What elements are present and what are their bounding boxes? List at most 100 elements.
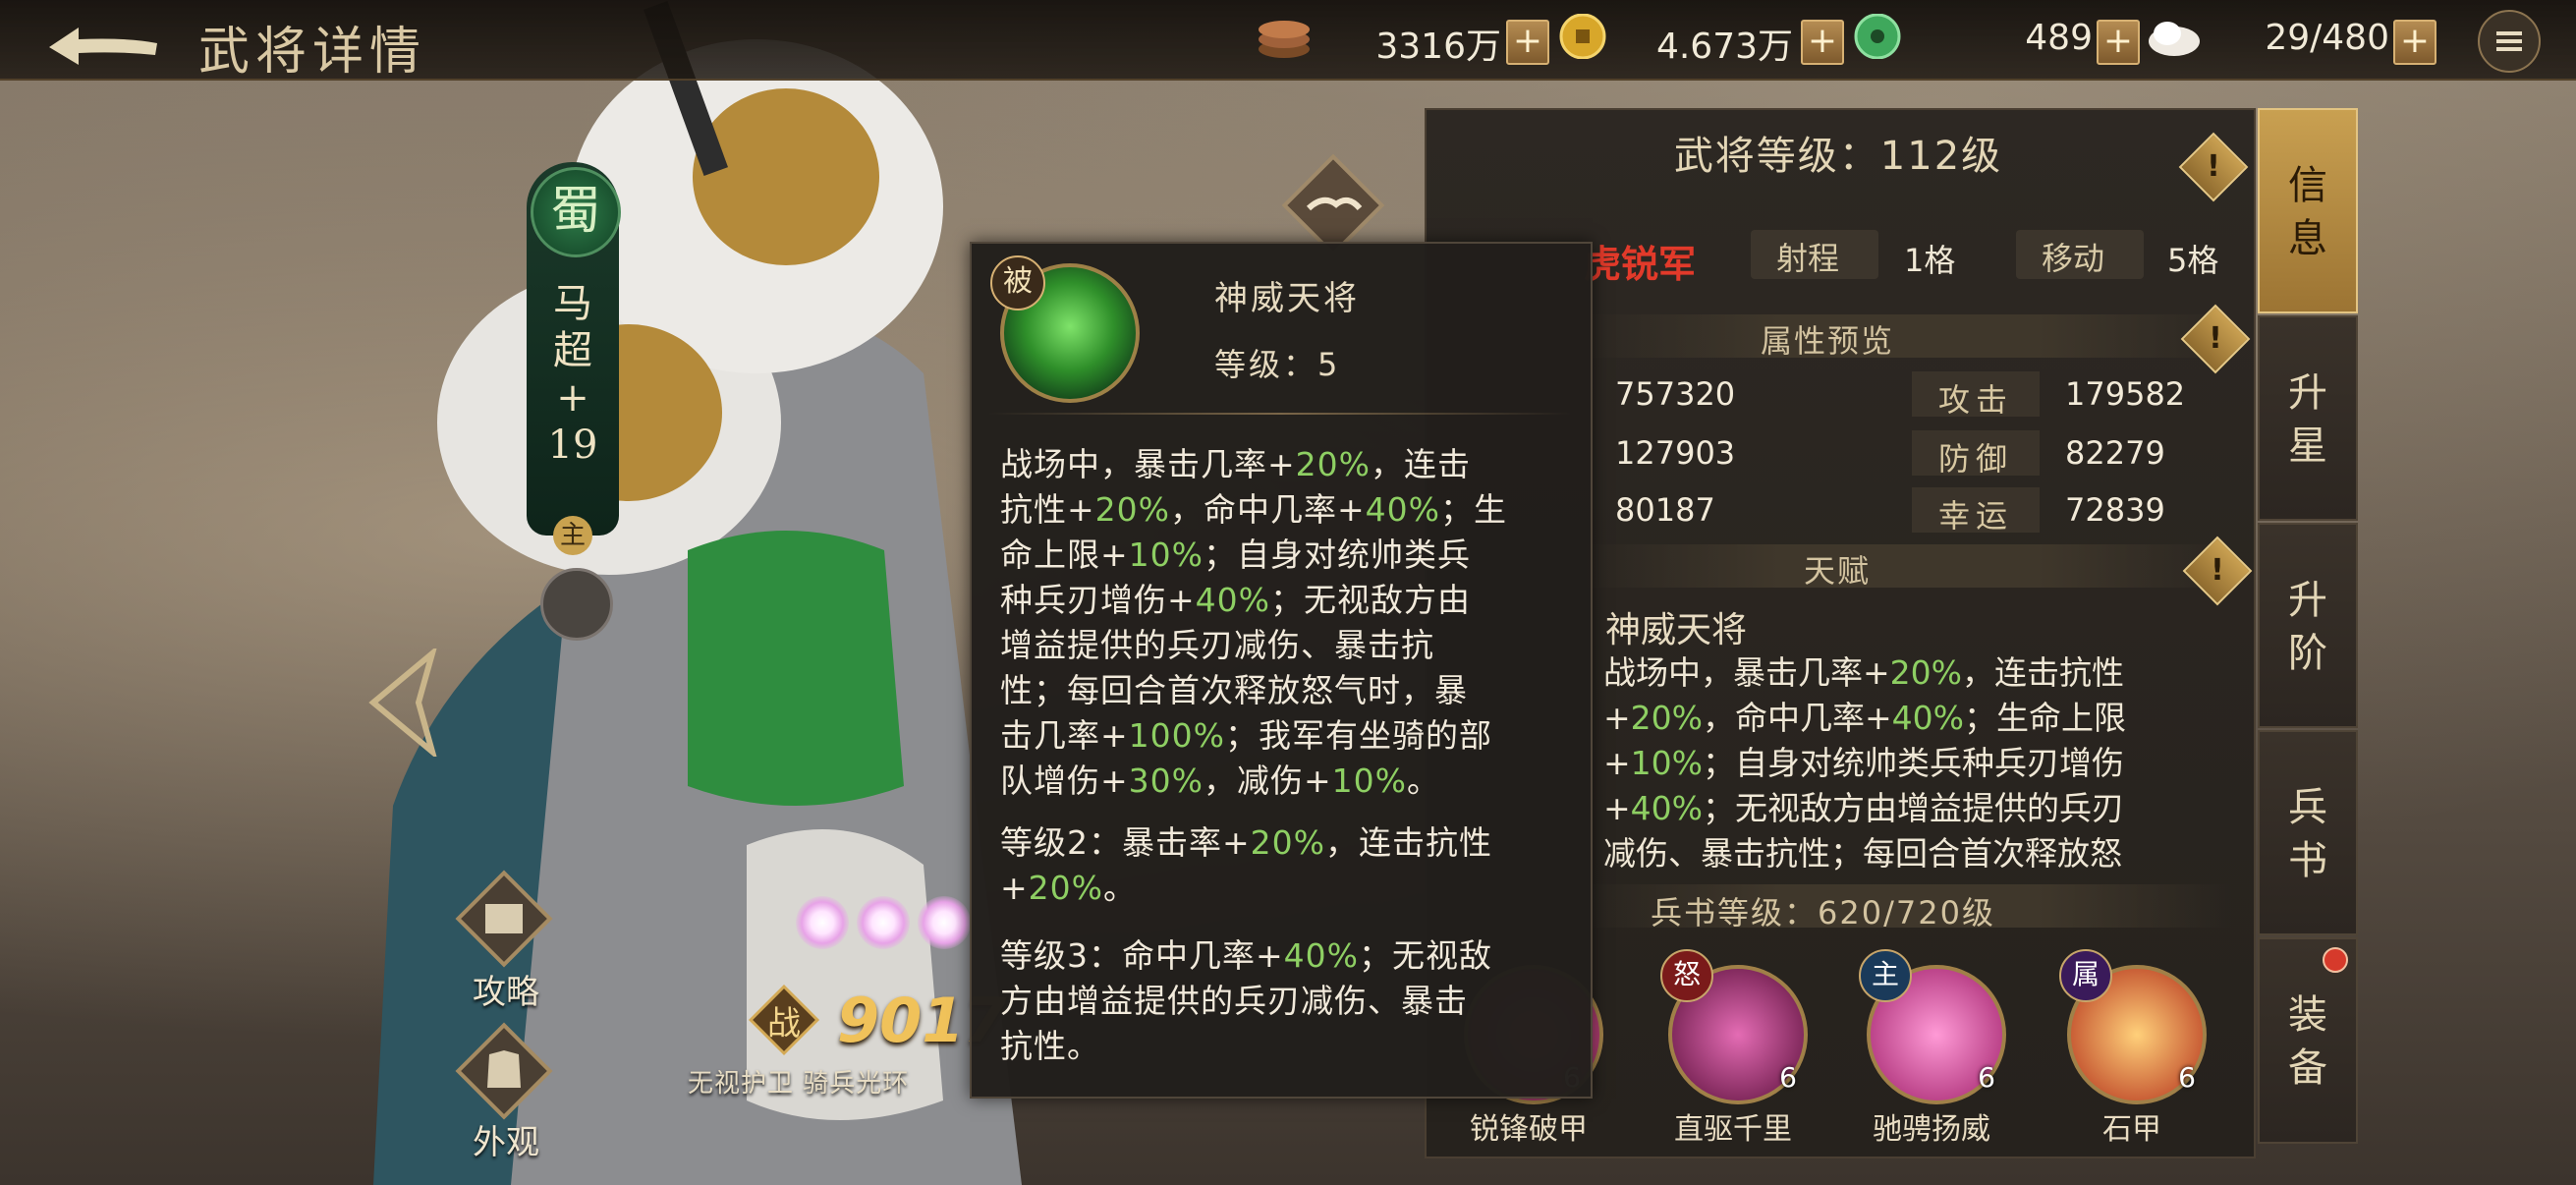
book-level: 兵书等级：620/720级 [1651, 894, 1995, 931]
skill-name: 石甲 [2102, 1112, 2161, 1147]
tooltip-line: 队增伤+30%，减伤+10%。 [1000, 759, 1570, 804]
tooltip-level2-text: 等级2：暴击率+20%，连击抗性 +20%。 [1000, 820, 1570, 911]
tab-rank-up[interactable]: 升阶 [2258, 523, 2358, 728]
tooltip-line: 增益提供的兵刃减伤、暴击抗 [1000, 623, 1570, 668]
desc-text: ，命中几率+ [1703, 699, 1892, 737]
bonus-value: 40% [1283, 936, 1360, 975]
menu-list-icon[interactable] [2478, 10, 2541, 73]
desc-text: 等级3：命中几率+ [1000, 936, 1284, 975]
add-gold-button[interactable]: + [1801, 20, 1844, 65]
tab-star-up[interactable]: 升星 [2258, 315, 2358, 521]
tooltip-line: 等级2：暴击率+20%，连击抗性 [1000, 820, 1570, 866]
desc-text: 战场中，暴击几率+ [1603, 653, 1890, 692]
mount-icon[interactable] [540, 568, 613, 641]
tooltip-skill-level: 等级：5 [1214, 346, 1341, 383]
tooltip-line: 种兵刃增伤+40%；无视敌方由 [1000, 578, 1570, 623]
strategy-label[interactable]: 攻略 [452, 965, 560, 1013]
copper-coins-icon [1259, 21, 1310, 58]
tab-info[interactable]: 信息 [2258, 108, 2358, 313]
gold-value: 4.673万 [1655, 27, 1793, 67]
skill-level: 6 [1779, 1061, 1797, 1094]
stat-attack-label: 攻击 [1937, 381, 2013, 419]
desc-text: 抗性。 [1000, 1027, 1100, 1065]
stat-luck-value: 72839 [2065, 491, 2165, 529]
talent-section-title: 天赋 [1804, 552, 1872, 590]
desc-text: 命上限+ [1000, 536, 1129, 574]
jade-value: 489 [2025, 18, 2093, 58]
stat-attack-value: 179582 [2065, 375, 2186, 413]
stat-speed-value: 80187 [1615, 491, 1715, 529]
talent-section-bar [1584, 544, 2232, 588]
desc-text: ，连击 [1371, 445, 1472, 483]
tooltip-line: 等级3：命中几率+40%；无视敌 [1000, 933, 1570, 979]
desc-text: ；生 [1440, 490, 1508, 529]
desc-text: ；无视敌 [1359, 936, 1493, 975]
desc-text: ，连击抗性 [1962, 653, 2125, 692]
skill-name: 锐锋破甲 [1470, 1112, 1588, 1147]
back-arrow-icon[interactable] [39, 14, 167, 65]
tooltip-line: 抗性。 [1000, 1024, 1570, 1069]
desc-text: + [1603, 789, 1631, 827]
desc-text: 战场中，暴击几率+ [1000, 445, 1296, 483]
range-label: 射程 [1776, 240, 1840, 277]
star-orb [918, 896, 971, 949]
stat-defense-value: 82279 [2065, 434, 2165, 472]
appearance-armor-icon[interactable] [450, 1017, 558, 1125]
appearance-label[interactable]: 外观 [452, 1115, 560, 1163]
tooltip-line: 性；每回合首次释放怒气时，暴 [1000, 668, 1570, 713]
bonus-value: 20% [1630, 699, 1704, 737]
desc-text: 减伤、暴击抗性；每回合首次释放怒 [1603, 834, 2122, 873]
stat-defense-label: 防御 [1937, 440, 2013, 478]
tooltip-skill-name: 神威天将 [1214, 279, 1360, 318]
bonus-value: 20% [1028, 869, 1104, 907]
add-jade-button[interactable]: + [2097, 20, 2140, 65]
add-bun-button[interactable]: + [2393, 20, 2436, 65]
talent-desc-line: +40%；无视敌方由增益提供的兵刃 [1603, 786, 2242, 831]
bonus-value: 40% [1195, 581, 1271, 619]
desc-text: 等级2：暴击率+ [1000, 823, 1251, 862]
desc-text: 方由增益提供的兵刃减伤、暴击 [1000, 982, 1468, 1020]
desc-text: + [1000, 869, 1029, 907]
stat-troops-value: 757320 [1615, 375, 1736, 413]
desc-text: 。 [1407, 762, 1441, 800]
jade-icon [1854, 14, 1901, 59]
power-badge-label: 战 [767, 1004, 801, 1044]
skill-level: 6 [1978, 1061, 1995, 1094]
desc-text: + [1603, 699, 1631, 737]
tooltip-divider [987, 413, 1572, 415]
bonus-value: 20% [1295, 445, 1372, 483]
tooltip-line: 抗性+20%，命中几率+40%；生 [1000, 487, 1570, 533]
bonus-value: 20% [1250, 823, 1326, 862]
bonus-value: 10% [1630, 744, 1704, 782]
desc-text: 性；每回合首次释放怒气时，暴 [1000, 671, 1468, 709]
tooltip-line: 方由增益提供的兵刃减伤、暴击 [1000, 979, 1570, 1024]
previous-hero-arrow-icon[interactable] [364, 649, 442, 757]
troop-type: 虎锐军 [1584, 243, 1697, 286]
strategy-scroll-icon[interactable] [450, 865, 558, 973]
desc-text: 。 [1103, 869, 1138, 907]
talent-name: 神威天将 [1605, 610, 1748, 650]
stat-intellect-value: 127903 [1615, 434, 1736, 472]
skill-level: 6 [2178, 1061, 2196, 1094]
talent-desc-line: +20%，命中几率+40%；生命上限 [1603, 696, 2242, 741]
tab-war-book[interactable]: 兵书 [2258, 730, 2358, 935]
talent-desc-line: 战场中，暴击几率+20%，连击抗性 [1603, 650, 2242, 696]
bonus-value: 10% [1331, 762, 1408, 800]
bonus-value: 40% [1630, 789, 1704, 827]
bun-icon [2149, 22, 2200, 56]
desc-text: 增益提供的兵刃减伤、暴击抗 [1000, 626, 1434, 664]
desc-text: ；生命上限 [1964, 699, 2127, 737]
desc-text: + [1603, 744, 1631, 782]
hero-traits: 无视护卫 骑兵光环 [688, 1069, 910, 1099]
hero-level-title: 武将等级：112级 [1673, 134, 2003, 179]
talent-desc-line: 减伤、暴击抗性；每回合首次释放怒 [1603, 831, 2242, 876]
desc-text: ；我军有坐骑的部 [1225, 716, 1492, 755]
desc-text: 队增伤+ [1000, 762, 1129, 800]
desc-text: ；自身对统帅类兵 [1204, 536, 1472, 574]
add-copper-button[interactable]: + [1506, 20, 1549, 65]
stat-luck-label: 幸运 [1937, 497, 2013, 535]
active-tag: 主 [1859, 949, 1912, 1002]
page-title: 武将详情 [198, 23, 427, 82]
talent-desc-line: +10%；自身对统帅类兵种兵刃增伤 [1603, 741, 2242, 786]
bonus-value: 10% [1128, 536, 1204, 574]
